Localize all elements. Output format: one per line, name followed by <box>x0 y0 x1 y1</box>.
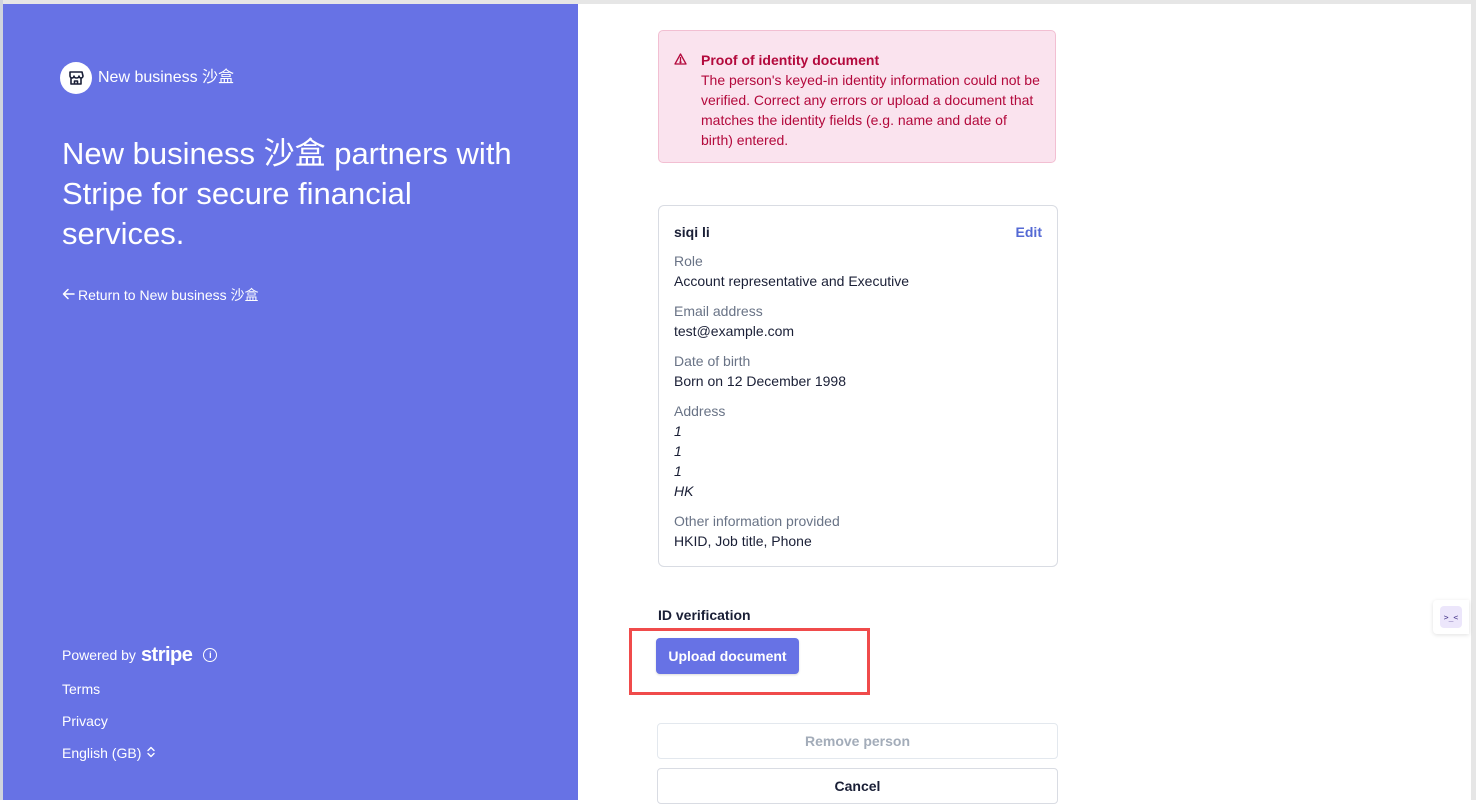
email-value: test@example.com <box>674 323 795 339</box>
warning-icon <box>674 52 687 70</box>
language-selector[interactable]: English (GB) <box>62 744 156 762</box>
arrow-left-icon <box>62 286 75 304</box>
email-label: Email address <box>674 303 763 319</box>
email-field: Email address test@example.com <box>674 301 794 341</box>
person-name: siqi li <box>674 224 710 240</box>
role-label: Role <box>674 253 703 269</box>
address-line: 1 <box>674 443 682 459</box>
powered-by-label: Powered by <box>62 647 136 663</box>
edit-person-link[interactable]: Edit <box>1016 224 1042 240</box>
stripe-logo: stripe <box>140 644 193 666</box>
floating-side-widget[interactable]: >_< <box>1433 600 1469 634</box>
privacy-link[interactable]: Privacy <box>62 712 108 730</box>
terms-link[interactable]: Terms <box>62 680 100 698</box>
address-line: 1 <box>674 423 682 439</box>
powered-by-stripe[interactable]: Powered by stripe i <box>62 644 218 666</box>
person-summary-card: siqi li Edit Role Account representative… <box>658 205 1058 567</box>
other-info-label: Other information provided <box>674 513 840 529</box>
dob-label: Date of birth <box>674 353 751 369</box>
other-info-field: Other information provided HKID, Job tit… <box>674 511 840 551</box>
chevron-up-down-icon <box>146 744 156 762</box>
address-line: HK <box>674 483 694 499</box>
return-link-label: Return to New business 沙盒 <box>78 287 259 303</box>
dob-value: Born on 12 December 1998 <box>674 373 846 389</box>
return-link[interactable]: Return to New business 沙盒 <box>62 286 259 304</box>
id-verification-title: ID verification <box>658 607 751 623</box>
alert-title: Proof of identity document <box>701 52 880 68</box>
brand-name: New business 沙盒 <box>98 69 235 86</box>
store-icon <box>60 62 92 94</box>
address-label: Address <box>674 403 726 419</box>
page-headline: New business 沙盒 partners with Stripe for… <box>62 136 512 251</box>
dob-field: Date of birth Born on 12 December 1998 <box>674 351 846 391</box>
window-right-edge <box>1471 0 1476 800</box>
brand-panel: New business 沙盒 New business 沙盒 partners… <box>3 4 578 800</box>
address-field: Address 1 1 1 HK <box>674 401 725 501</box>
remove-person-button[interactable]: Remove person <box>657 723 1058 759</box>
info-icon[interactable]: i <box>203 648 218 662</box>
other-info-value: HKID, Job title, Phone <box>674 533 812 549</box>
upload-document-button[interactable]: Upload document <box>656 638 799 674</box>
language-label: English (GB) <box>62 745 142 761</box>
identity-error-alert: Proof of identity document The person's … <box>658 30 1056 163</box>
alert-body: The person's keyed-in identity informati… <box>701 72 1040 148</box>
widget-icon: >_< <box>1440 606 1462 628</box>
role-field: Role Account representative and Executiv… <box>674 251 909 291</box>
role-value: Account representative and Executive <box>674 273 910 289</box>
address-line: 1 <box>674 463 682 479</box>
cancel-button[interactable]: Cancel <box>657 768 1058 804</box>
